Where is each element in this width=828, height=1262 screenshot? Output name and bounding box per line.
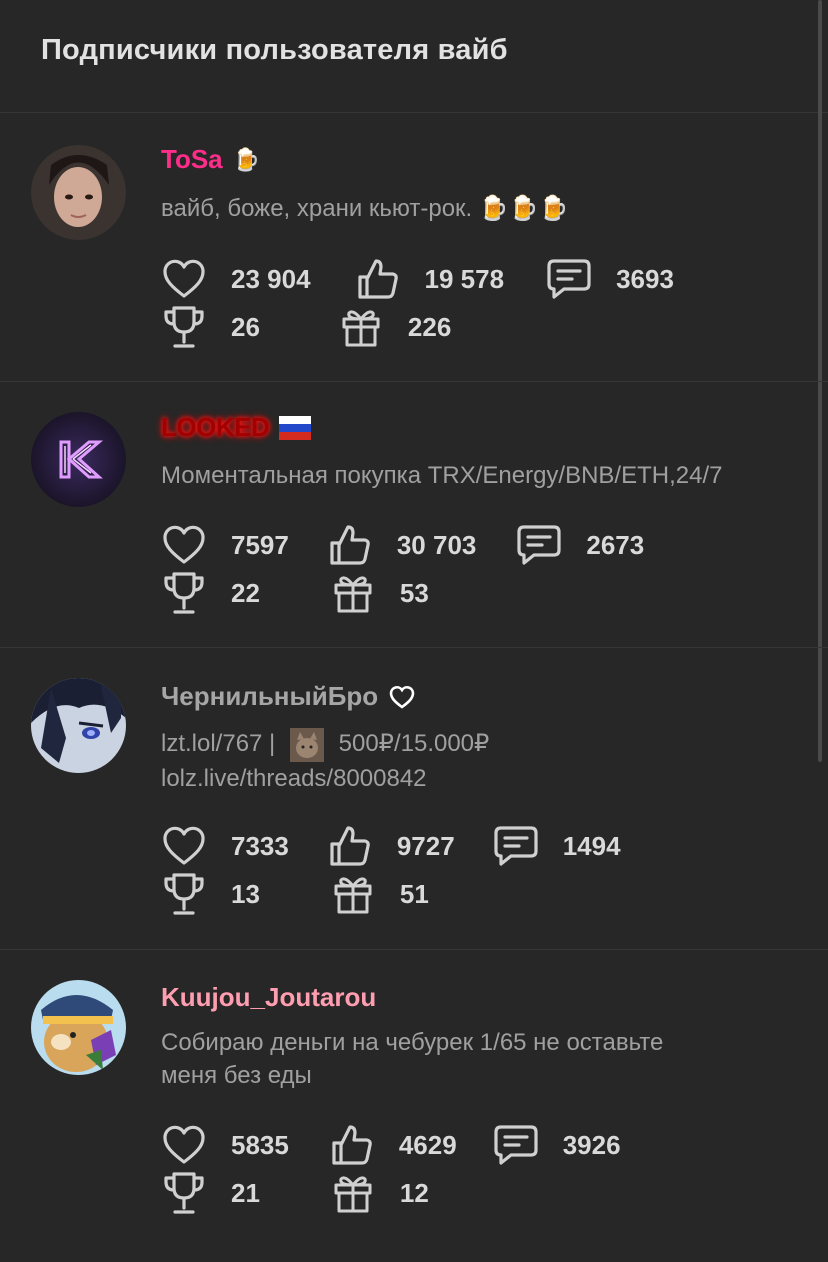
username-text[interactable]: LOOKED (161, 412, 270, 443)
username-text[interactable]: Kuujou_Joutarou (161, 982, 376, 1013)
username[interactable]: ToSa 🍺 (161, 144, 260, 175)
list-item[interactable]: Kuujou_Joutarou Собираю деньги на чебуре… (0, 950, 828, 1262)
likes-count: 5835 (231, 1129, 289, 1160)
gifts-stat: 226 (338, 304, 451, 350)
heart-outline-icon (388, 684, 416, 710)
trophies-count: 22 (231, 577, 260, 608)
status-link-1[interactable]: lzt.lol/767 | (161, 730, 275, 757)
stats-row-2: 22 53 (161, 570, 429, 616)
trophies-count: 26 (231, 311, 260, 342)
likes-count: 7597 (231, 529, 289, 560)
likes-count: 7333 (231, 830, 289, 861)
thumbs-up-icon (327, 823, 373, 869)
trophy-icon (161, 871, 207, 917)
user-status: вайб, боже, храни кьют-рок. 🍺🍺🍺 (161, 195, 569, 222)
messages-stat: 3693 (546, 256, 674, 302)
heart-icon (161, 256, 207, 302)
username[interactable]: ЧернильныйБро (161, 681, 416, 712)
messages-count: 1494 (562, 830, 621, 861)
avatar[interactable] (31, 145, 126, 240)
list-item[interactable]: LOOKED Моментальная покупка TRX/Energy/B… (0, 382, 828, 648)
stats-row: 23 904 19 578 3693 (161, 256, 674, 302)
thumbs-stat: 9727 (327, 823, 455, 869)
messages-stat: 1494 (493, 823, 621, 869)
username[interactable]: Kuujou_Joutarou (161, 982, 376, 1013)
likes-stat: 5835 (161, 1122, 289, 1168)
status-line-1: Собираю деньги на чебурек 1/65 не оставь… (161, 1029, 664, 1056)
trophies-stat: 26 (161, 304, 260, 350)
trophy-icon (161, 570, 207, 616)
status-price: 500₽/15.000₽ (338, 730, 490, 757)
likes-stat: 7597 (161, 522, 289, 568)
thumbs-count: 4629 (398, 1129, 457, 1160)
avatar[interactable] (31, 412, 126, 507)
page-title: Подписчики пользователя вайб (41, 34, 508, 66)
stats-row: 5835 4629 3926 (161, 1122, 621, 1168)
trophies-stat: 13 (161, 871, 260, 917)
gifts-count: 226 (407, 311, 452, 342)
list-item[interactable]: ЧернильныйБро lzt.lol/767 | 500₽/15.000₽… (0, 648, 828, 950)
page-header: Подписчики пользователя вайб (0, 0, 828, 113)
username-text[interactable]: ЧернильныйБро (161, 681, 378, 712)
user-status: Собираю деньги на чебурек 1/65 не оставь… (161, 1026, 663, 1092)
thumbs-stat: 19 578 (355, 256, 505, 302)
gift-icon (330, 570, 376, 616)
beer-icon: 🍺 (232, 146, 261, 172)
trophy-icon (161, 1170, 207, 1216)
gifts-count: 53 (399, 577, 429, 608)
username[interactable]: LOOKED (161, 412, 312, 443)
heart-icon (161, 522, 207, 568)
trophy-icon (161, 304, 207, 350)
stats-row: 7597 30 703 2673 (161, 522, 644, 568)
likes-count: 23 904 (231, 263, 311, 294)
messages-count: 3926 (562, 1129, 621, 1160)
thumbs-count: 30 703 (396, 529, 477, 560)
cat-image-icon (289, 727, 324, 762)
message-icon (546, 256, 592, 302)
thumbs-up-icon (355, 256, 401, 302)
gifts-count: 51 (399, 878, 429, 909)
heart-icon (161, 823, 207, 869)
user-status: lzt.lol/767 | 500₽/15.000₽ lolz.live/thr… (161, 727, 489, 795)
user-status: Моментальная покупка TRX/Energy/BNB/ETH,… (161, 462, 723, 489)
message-icon (493, 823, 539, 869)
trophies-stat: 22 (161, 570, 260, 616)
thumbs-count: 19 578 (424, 263, 505, 294)
list-item[interactable]: ToSa 🍺 вайб, боже, храни кьют-рок. 🍺🍺🍺 2… (0, 113, 828, 382)
russia-flag-icon (279, 415, 312, 440)
gift-icon (330, 1170, 376, 1216)
username-text[interactable]: ToSa (161, 144, 223, 175)
gifts-stat: 51 (330, 871, 429, 917)
stats-row-2: 13 51 (161, 871, 429, 917)
stats-row: 7333 9727 1494 (161, 823, 621, 869)
message-icon (493, 1122, 539, 1168)
thumbs-stat: 4629 (329, 1122, 457, 1168)
thumbs-stat: 30 703 (327, 522, 477, 568)
stats-row-2: 26 226 (161, 304, 451, 350)
avatar[interactable] (31, 980, 126, 1075)
message-icon (516, 522, 562, 568)
status-link-2[interactable]: lolz.live/threads/8000842 (161, 765, 427, 792)
trophies-count: 13 (231, 878, 260, 909)
messages-count: 2673 (586, 529, 645, 560)
gift-icon (338, 304, 384, 350)
thumbs-up-icon (329, 1122, 375, 1168)
likes-stat: 7333 (161, 823, 289, 869)
gift-icon (330, 871, 376, 917)
gifts-count: 12 (399, 1177, 429, 1208)
trophies-stat: 21 (161, 1170, 260, 1216)
messages-stat: 3926 (493, 1122, 621, 1168)
thumbs-up-icon (327, 522, 373, 568)
gifts-stat: 53 (330, 570, 429, 616)
messages-count: 3693 (616, 263, 674, 294)
stats-row-2: 21 12 (161, 1170, 429, 1216)
status-line-2: меня без еды (161, 1062, 312, 1089)
likes-stat: 23 904 (161, 256, 311, 302)
trophies-count: 21 (231, 1177, 260, 1208)
thumbs-count: 9727 (396, 830, 455, 861)
heart-icon (161, 1122, 207, 1168)
avatar[interactable] (31, 678, 126, 773)
messages-stat: 2673 (516, 522, 644, 568)
gifts-stat: 12 (330, 1170, 429, 1216)
